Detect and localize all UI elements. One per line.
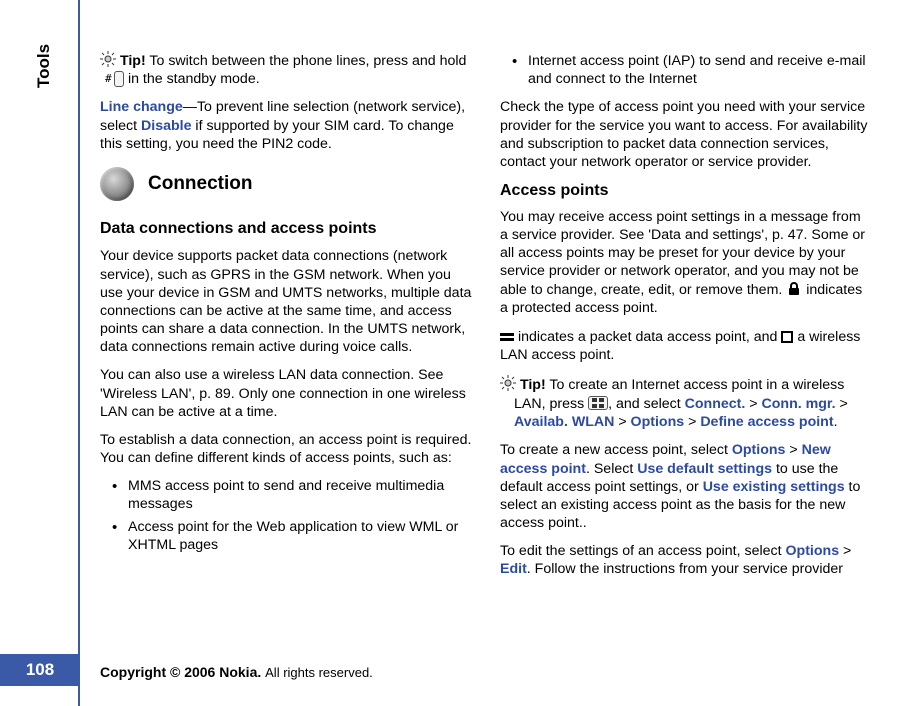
tip-switch-lines: Tip! To switch between the phone lines, … xyxy=(100,50,472,88)
lock-icon xyxy=(786,282,802,296)
tip2-period: . xyxy=(834,414,838,430)
tip-icon xyxy=(500,376,516,390)
globe-icon xyxy=(100,167,134,201)
line-change-label: Line change xyxy=(100,99,183,115)
tip2-connmgr: Conn. mgr. xyxy=(762,396,836,412)
menu-key-icon xyxy=(588,396,608,410)
p4-a: To create a new access point, select xyxy=(500,442,732,458)
right-p3: indicates a packet data access point, an… xyxy=(500,328,872,364)
footer: Copyright © 2006 Nokia. All rights reser… xyxy=(100,664,373,680)
hash-key-icon: # xyxy=(114,71,124,87)
copyright-rest: All rights reserved. xyxy=(265,665,373,680)
p4-gt: > xyxy=(785,442,801,458)
tip2-text-b: , and select xyxy=(608,396,685,412)
tip2-options: Options xyxy=(631,414,685,430)
list-item: Internet access point (IAP) to send and … xyxy=(512,52,872,88)
tip-create-iap: Tip! To create an Internet access point … xyxy=(500,374,872,432)
left-p3: To establish a data connection, an acces… xyxy=(100,431,472,467)
tip1-text-b: in the standby mode. xyxy=(124,71,260,87)
tip2-define: Define access point xyxy=(700,414,833,430)
section-label: Tools xyxy=(34,44,54,88)
connection-heading-row: Connection xyxy=(100,167,472,201)
tip-label: Tip! xyxy=(520,377,546,393)
p5-b: . Follow the instructions from your serv… xyxy=(527,561,843,577)
wlan-icon xyxy=(781,331,793,343)
right-p1: Check the type of access point you need … xyxy=(500,98,872,171)
list-item: MMS access point to send and receive mul… xyxy=(112,477,472,513)
tip2-gt3: > xyxy=(614,414,630,430)
p5-options: Options xyxy=(786,543,840,559)
access-points-heading: Access points xyxy=(500,181,872,201)
line-change-disable: Disable xyxy=(141,118,191,134)
p5-gt: > xyxy=(839,543,851,559)
tip2-availab: Availab. WLAN xyxy=(514,414,614,430)
left-column: Tip! To switch between the phone lines, … xyxy=(100,50,472,589)
p4-b: . Select xyxy=(586,461,637,477)
right-p5: To edit the settings of an access point,… xyxy=(500,542,872,578)
tip1-text-a: To switch between the phone lines, press… xyxy=(146,53,467,69)
right-p4: To create a new access point, select Opt… xyxy=(500,441,872,532)
p4-useexist: Use existing settings xyxy=(703,479,845,495)
p5-a: To edit the settings of an access point,… xyxy=(500,543,786,559)
sidebar: Tools 108 xyxy=(0,0,80,706)
right-column: Internet access point (IAP) to send and … xyxy=(500,50,872,589)
tip2-gt2: > xyxy=(836,396,848,412)
access-point-list-continued: Internet access point (IAP) to send and … xyxy=(512,52,872,88)
tip2-gt1: > xyxy=(745,396,761,412)
left-p2: You can also use a wireless LAN data con… xyxy=(100,366,472,421)
access-point-list: MMS access point to send and receive mul… xyxy=(112,477,472,554)
packet-data-icon xyxy=(500,332,514,342)
p5-edit: Edit xyxy=(500,561,527,577)
p4-options: Options xyxy=(732,442,786,458)
tip2-gt4: > xyxy=(684,414,700,430)
right-p2: You may receive access point settings in… xyxy=(500,208,872,318)
right-p3-a: indicates a packet data access point, an… xyxy=(514,329,781,345)
page-content: Tip! To switch between the phone lines, … xyxy=(100,50,880,589)
left-p1: Your device supports packet data connect… xyxy=(100,247,472,356)
line-change-paragraph: Line change—To prevent line selection (n… xyxy=(100,98,472,153)
tip2-connect: Connect. xyxy=(685,396,746,412)
connection-heading: Connection xyxy=(148,172,253,196)
p4-usedef: Use default settings xyxy=(637,461,772,477)
tip-icon xyxy=(100,52,116,66)
page-number: 108 xyxy=(0,654,80,686)
tip-label: Tip! xyxy=(120,53,146,69)
copyright-bold: Copyright © 2006 Nokia. xyxy=(100,664,265,680)
data-connections-heading: Data connections and access points xyxy=(100,219,472,239)
list-item: Access point for the Web application to … xyxy=(112,518,472,554)
